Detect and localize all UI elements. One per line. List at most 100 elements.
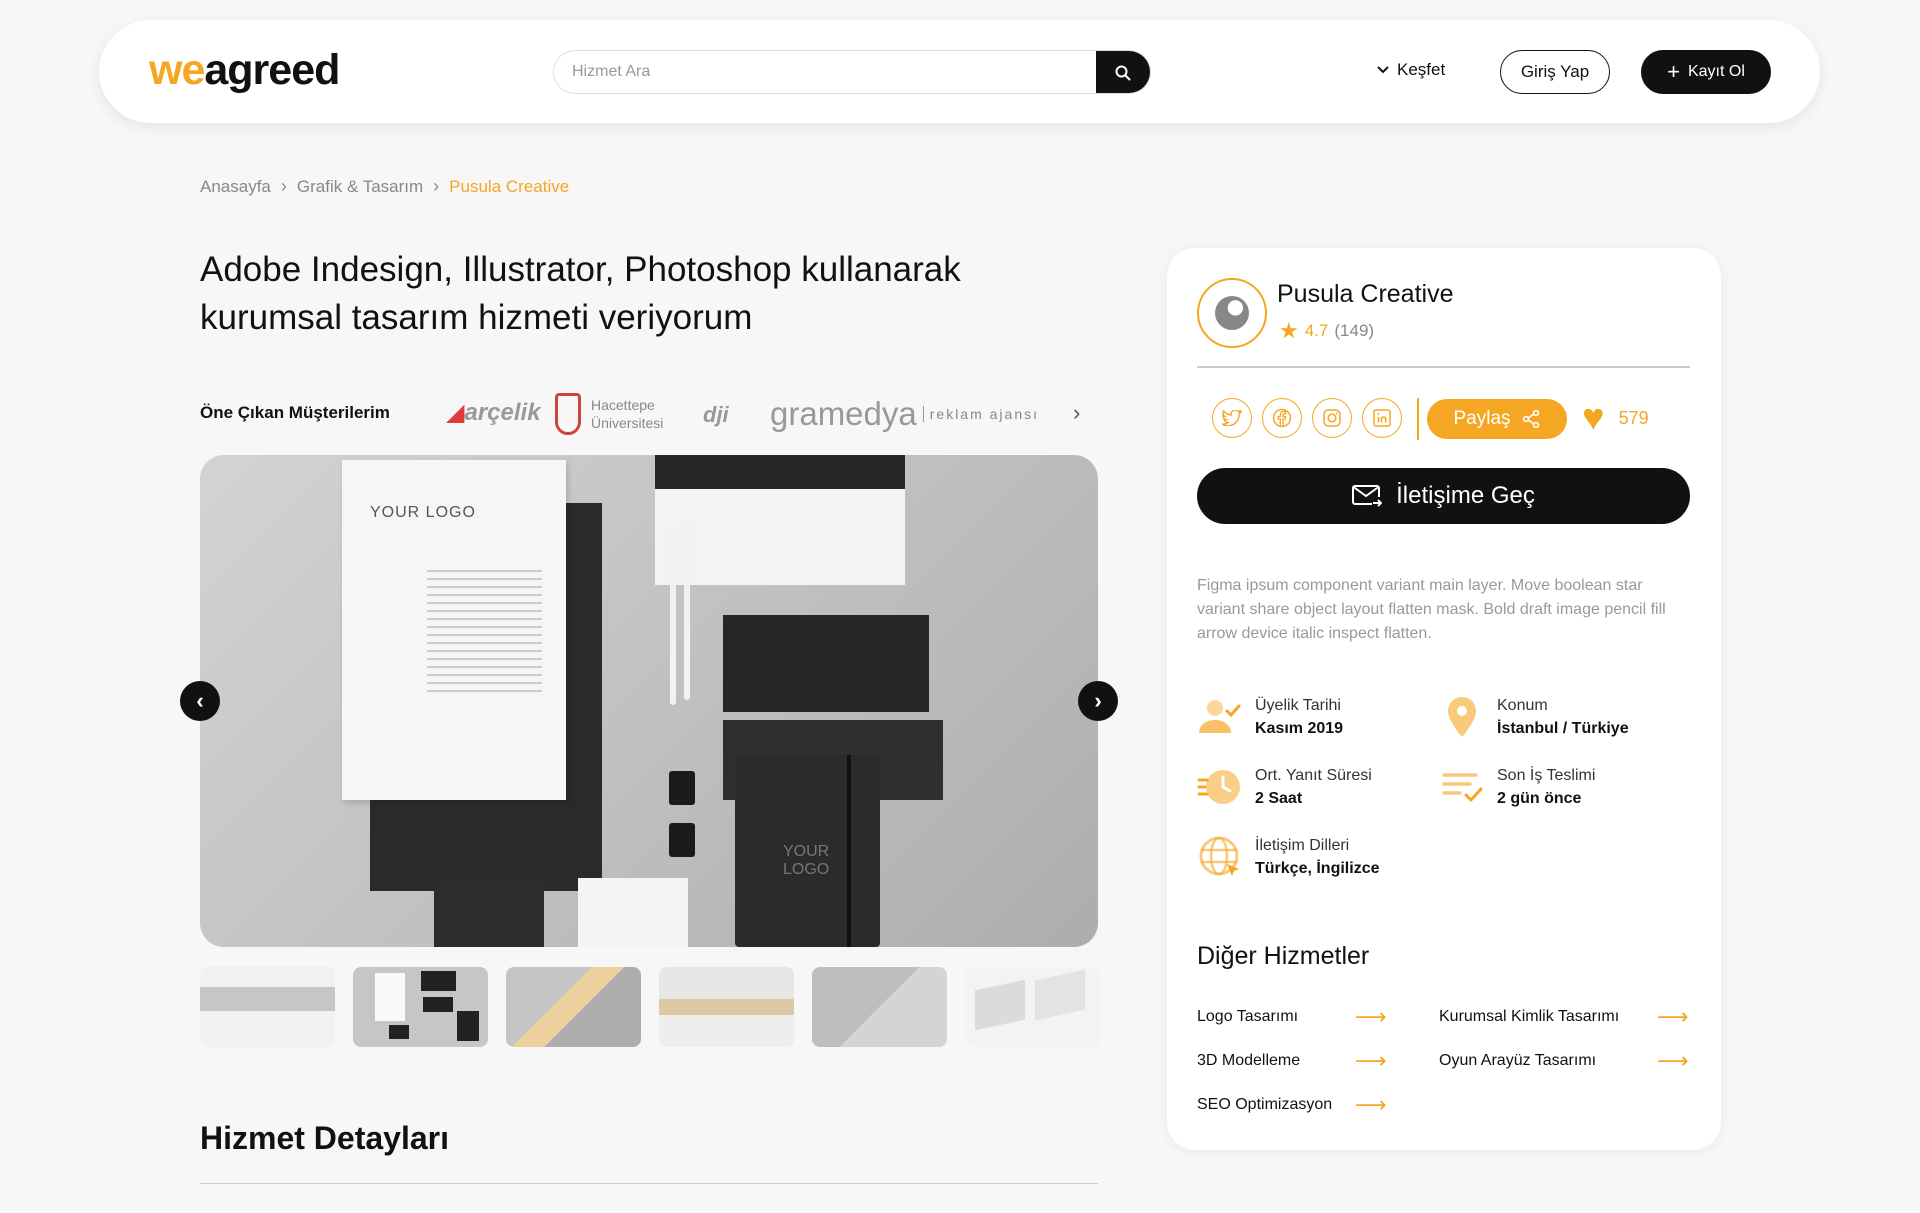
share-button[interactable]: Paylaş bbox=[1427, 399, 1567, 439]
other-service-link[interactable]: 3D Modelleme ⟶ bbox=[1197, 1048, 1387, 1073]
social-share-buttons bbox=[1212, 398, 1402, 438]
other-service-label: Oyun Arayüz Tasarımı bbox=[1439, 1052, 1597, 1069]
globe-icon bbox=[1197, 834, 1243, 880]
favorite-count: 579 bbox=[1618, 407, 1649, 428]
gallery-thumbnail-active[interactable] bbox=[353, 967, 488, 1047]
other-service-link[interactable]: SEO Optimizasyon ⟶ bbox=[1197, 1092, 1387, 1117]
other-service-label: Kurumsal Kimlik Tasarımı bbox=[1439, 1008, 1620, 1025]
client-logo-hacettepe: Hacettepe Üniversitesi bbox=[555, 393, 663, 435]
mockup-letterhead: YOUR LOGO bbox=[342, 460, 566, 800]
weagreed-logo[interactable]: weagreed bbox=[149, 46, 340, 95]
other-service-link[interactable]: Oyun Arayüz Tasarımı ⟶ bbox=[1439, 1048, 1689, 1073]
heart-icon: ♥ bbox=[1582, 397, 1605, 439]
arrow-right-icon: ⟶ bbox=[1355, 1092, 1387, 1117]
languages-value: Türkçe, İngilizce bbox=[1255, 860, 1380, 877]
mockup-business-card-white bbox=[578, 878, 688, 947]
explore-label: Keşfet bbox=[1397, 60, 1446, 79]
seller-name[interactable]: Pusula Creative bbox=[1277, 280, 1453, 309]
mockup-envelope bbox=[655, 455, 905, 585]
mockup-binder-clip bbox=[669, 771, 695, 805]
other-service-label: SEO Optimizasyon bbox=[1197, 1096, 1333, 1113]
client-hacettepe-line1: Hacettepe bbox=[591, 397, 655, 413]
breadcrumb-category[interactable]: Grafik & Tasarım bbox=[297, 177, 423, 197]
other-service-label: Logo Tasarımı bbox=[1197, 1008, 1299, 1025]
arrow-right-icon: ⟶ bbox=[1657, 1004, 1689, 1029]
member-since-value: Kasım 2019 bbox=[1255, 720, 1344, 737]
share-icon bbox=[1522, 409, 1539, 429]
gallery-thumbnail[interactable] bbox=[506, 967, 641, 1047]
info-member-since: Üyelik Tarihi Kasım 2019 bbox=[1197, 694, 1343, 741]
twitter-icon bbox=[1222, 410, 1242, 426]
instagram-button[interactable] bbox=[1312, 398, 1352, 438]
last-delivery-value: 2 gün önce bbox=[1497, 790, 1582, 807]
notebook-logo-text: YOUR LOGO bbox=[783, 843, 830, 878]
chevron-right-icon: › bbox=[433, 176, 440, 196]
other-service-label: 3D Modelleme bbox=[1197, 1052, 1301, 1069]
search-icon bbox=[1115, 65, 1131, 81]
gallery-next-button[interactable]: › bbox=[1078, 681, 1118, 721]
mockup-notebook: YOUR LOGO bbox=[735, 755, 880, 947]
twitter-button[interactable] bbox=[1212, 398, 1252, 438]
instagram-icon bbox=[1323, 409, 1341, 427]
top-navbar: weagreed Keşfet Giriş Yap + Kayıt Ol bbox=[99, 20, 1820, 123]
seller-avatar[interactable] bbox=[1197, 278, 1267, 348]
search-button[interactable] bbox=[1096, 51, 1150, 93]
chevron-left-icon: ‹ bbox=[196, 688, 204, 713]
seller-card: Pusula Creative ★ 4.7 (149) Paylaş ♥ 579… bbox=[1167, 248, 1721, 1150]
last-delivery-label: Son İş Teslimi bbox=[1497, 767, 1596, 784]
arrow-right-icon: ⟶ bbox=[1355, 1004, 1387, 1029]
mockup-pen bbox=[670, 530, 676, 705]
contact-label: İletişime Geç bbox=[1396, 482, 1535, 509]
register-button[interactable]: + Kayıt Ol bbox=[1641, 50, 1771, 94]
gallery-thumbnail[interactable] bbox=[965, 967, 1100, 1047]
featured-clients-label: Öne Çıkan Müşterilerim bbox=[200, 403, 390, 422]
letter-text-lines bbox=[427, 570, 542, 698]
mockup-binder-clip bbox=[669, 823, 695, 857]
contact-button[interactable]: İletişime Geç bbox=[1197, 468, 1690, 524]
gallery-thumbnail[interactable] bbox=[200, 967, 335, 1047]
favorite-button[interactable]: ♥ 579 bbox=[1582, 398, 1649, 438]
service-details-title: Hizmet Detayları bbox=[200, 1120, 449, 1156]
clock-speed-icon bbox=[1197, 764, 1243, 810]
gallery-thumbnail[interactable] bbox=[659, 967, 794, 1047]
client-logo-arcelik: ◢arçelik bbox=[446, 398, 541, 427]
other-services-title: Diğer Hizmetler bbox=[1197, 942, 1370, 970]
letter-logo-text: YOUR LOGO bbox=[370, 504, 476, 521]
mockup-business-card-dark bbox=[434, 878, 544, 947]
gallery-thumbnail[interactable] bbox=[812, 967, 947, 1047]
divider bbox=[1197, 366, 1690, 368]
facebook-button[interactable] bbox=[1262, 398, 1302, 438]
rating-count: (149) bbox=[1334, 321, 1375, 340]
chevron-right-icon: › bbox=[280, 176, 287, 196]
info-location: Konum İstanbul / Türkiye bbox=[1439, 694, 1629, 741]
client-logo-gramedya: gramedya reklam ajansı bbox=[770, 395, 1039, 433]
service-title: Adobe Indesign, Illustrator, Photoshop k… bbox=[200, 250, 961, 337]
facebook-icon bbox=[1272, 408, 1292, 428]
info-last-delivery: Son İş Teslimi 2 gün önce bbox=[1439, 764, 1595, 811]
search-bar bbox=[553, 50, 1151, 94]
login-button[interactable]: Giriş Yap bbox=[1500, 50, 1610, 94]
breadcrumb-current: Pusula Creative bbox=[449, 176, 570, 196]
client-hacettepe-line2: Üniversitesi bbox=[591, 415, 664, 431]
breadcrumb: Anasayfa › Grafik & Tasarım › Pusula Cre… bbox=[200, 176, 569, 197]
seller-rating: ★ 4.7 (149) bbox=[1279, 318, 1374, 344]
client-gramedya-sub: reklam ajansı bbox=[922, 406, 1039, 422]
clients-next-icon[interactable]: › bbox=[1073, 400, 1080, 426]
mockup-pen bbox=[684, 525, 690, 700]
other-service-link[interactable]: Logo Tasarımı ⟶ bbox=[1197, 1004, 1387, 1029]
chevron-down-icon bbox=[1377, 66, 1389, 74]
location-label: Konum bbox=[1497, 697, 1548, 714]
member-since-label: Üyelik Tarihi bbox=[1255, 697, 1341, 714]
arcelik-mark-icon: ◢ bbox=[446, 399, 465, 426]
explore-dropdown[interactable]: Keşfet bbox=[1377, 60, 1445, 80]
mail-icon bbox=[1352, 485, 1383, 507]
other-service-link[interactable]: Kurumsal Kimlik Tasarımı ⟶ bbox=[1439, 1004, 1689, 1029]
logo-we: we bbox=[149, 46, 205, 94]
breadcrumb-home[interactable]: Anasayfa bbox=[200, 177, 271, 197]
gallery-prev-button[interactable]: ‹ bbox=[180, 681, 220, 721]
linkedin-button[interactable] bbox=[1362, 398, 1402, 438]
search-input[interactable] bbox=[554, 51, 1094, 93]
response-time-label: Ort. Yanıt Süresi bbox=[1255, 767, 1372, 784]
hacettepe-shield-icon bbox=[555, 393, 581, 435]
logo-agreed: agreed bbox=[204, 46, 340, 94]
